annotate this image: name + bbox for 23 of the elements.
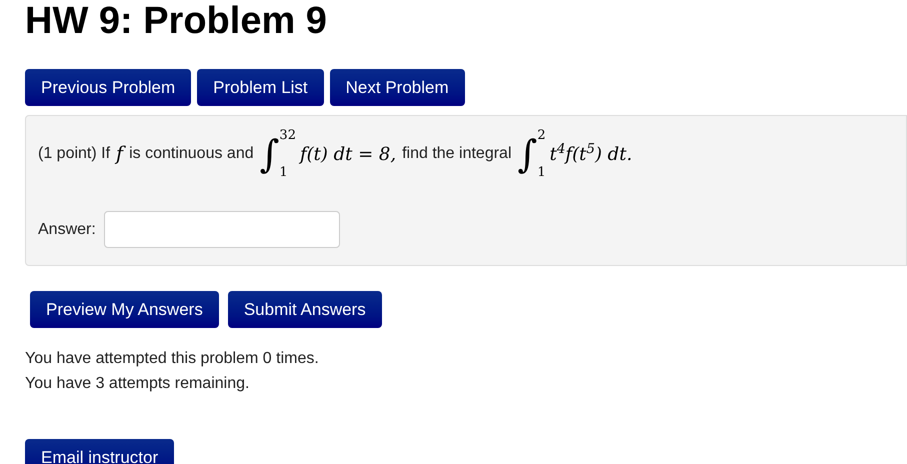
nav-button[interactable]: Previous Problem [25, 69, 192, 106]
email-button[interactable]: Email instructor [25, 439, 174, 464]
integrand: t$^{4}$f(t$^{5}$) dt. [550, 140, 632, 166]
statement-text: (1 point) If [38, 144, 110, 164]
page-title: HW 9: Problem 9 [25, 0, 328, 40]
nav-button[interactable]: Next Problem [330, 69, 465, 106]
attempts-message: You have 3 attempts remaining. [25, 374, 250, 394]
integrand: f(t) dt = 8, [300, 142, 396, 166]
integral-sign: ∫ [518, 135, 538, 173]
integral-sign: ∫ [260, 135, 280, 173]
math-variable: f [116, 140, 124, 168]
answer-field[interactable] [104, 211, 340, 248]
upper-limit: 2 [537, 129, 546, 142]
lower-limit: 1 [279, 166, 289, 179]
nav-button[interactable]: Problem List [197, 69, 324, 106]
statement-text: find the integral [402, 144, 512, 164]
submit-button[interactable]: Submit Answers [228, 291, 382, 328]
answer-label: Answer: [38, 220, 96, 240]
upper-limit: 32 [279, 129, 296, 142]
statement-text: is continuous and [129, 144, 254, 164]
lower-limit: 1 [537, 166, 546, 179]
submit-button[interactable]: Preview My Answers [30, 291, 219, 328]
attempts-message: You have attempted this problem 0 times. [25, 349, 320, 369]
